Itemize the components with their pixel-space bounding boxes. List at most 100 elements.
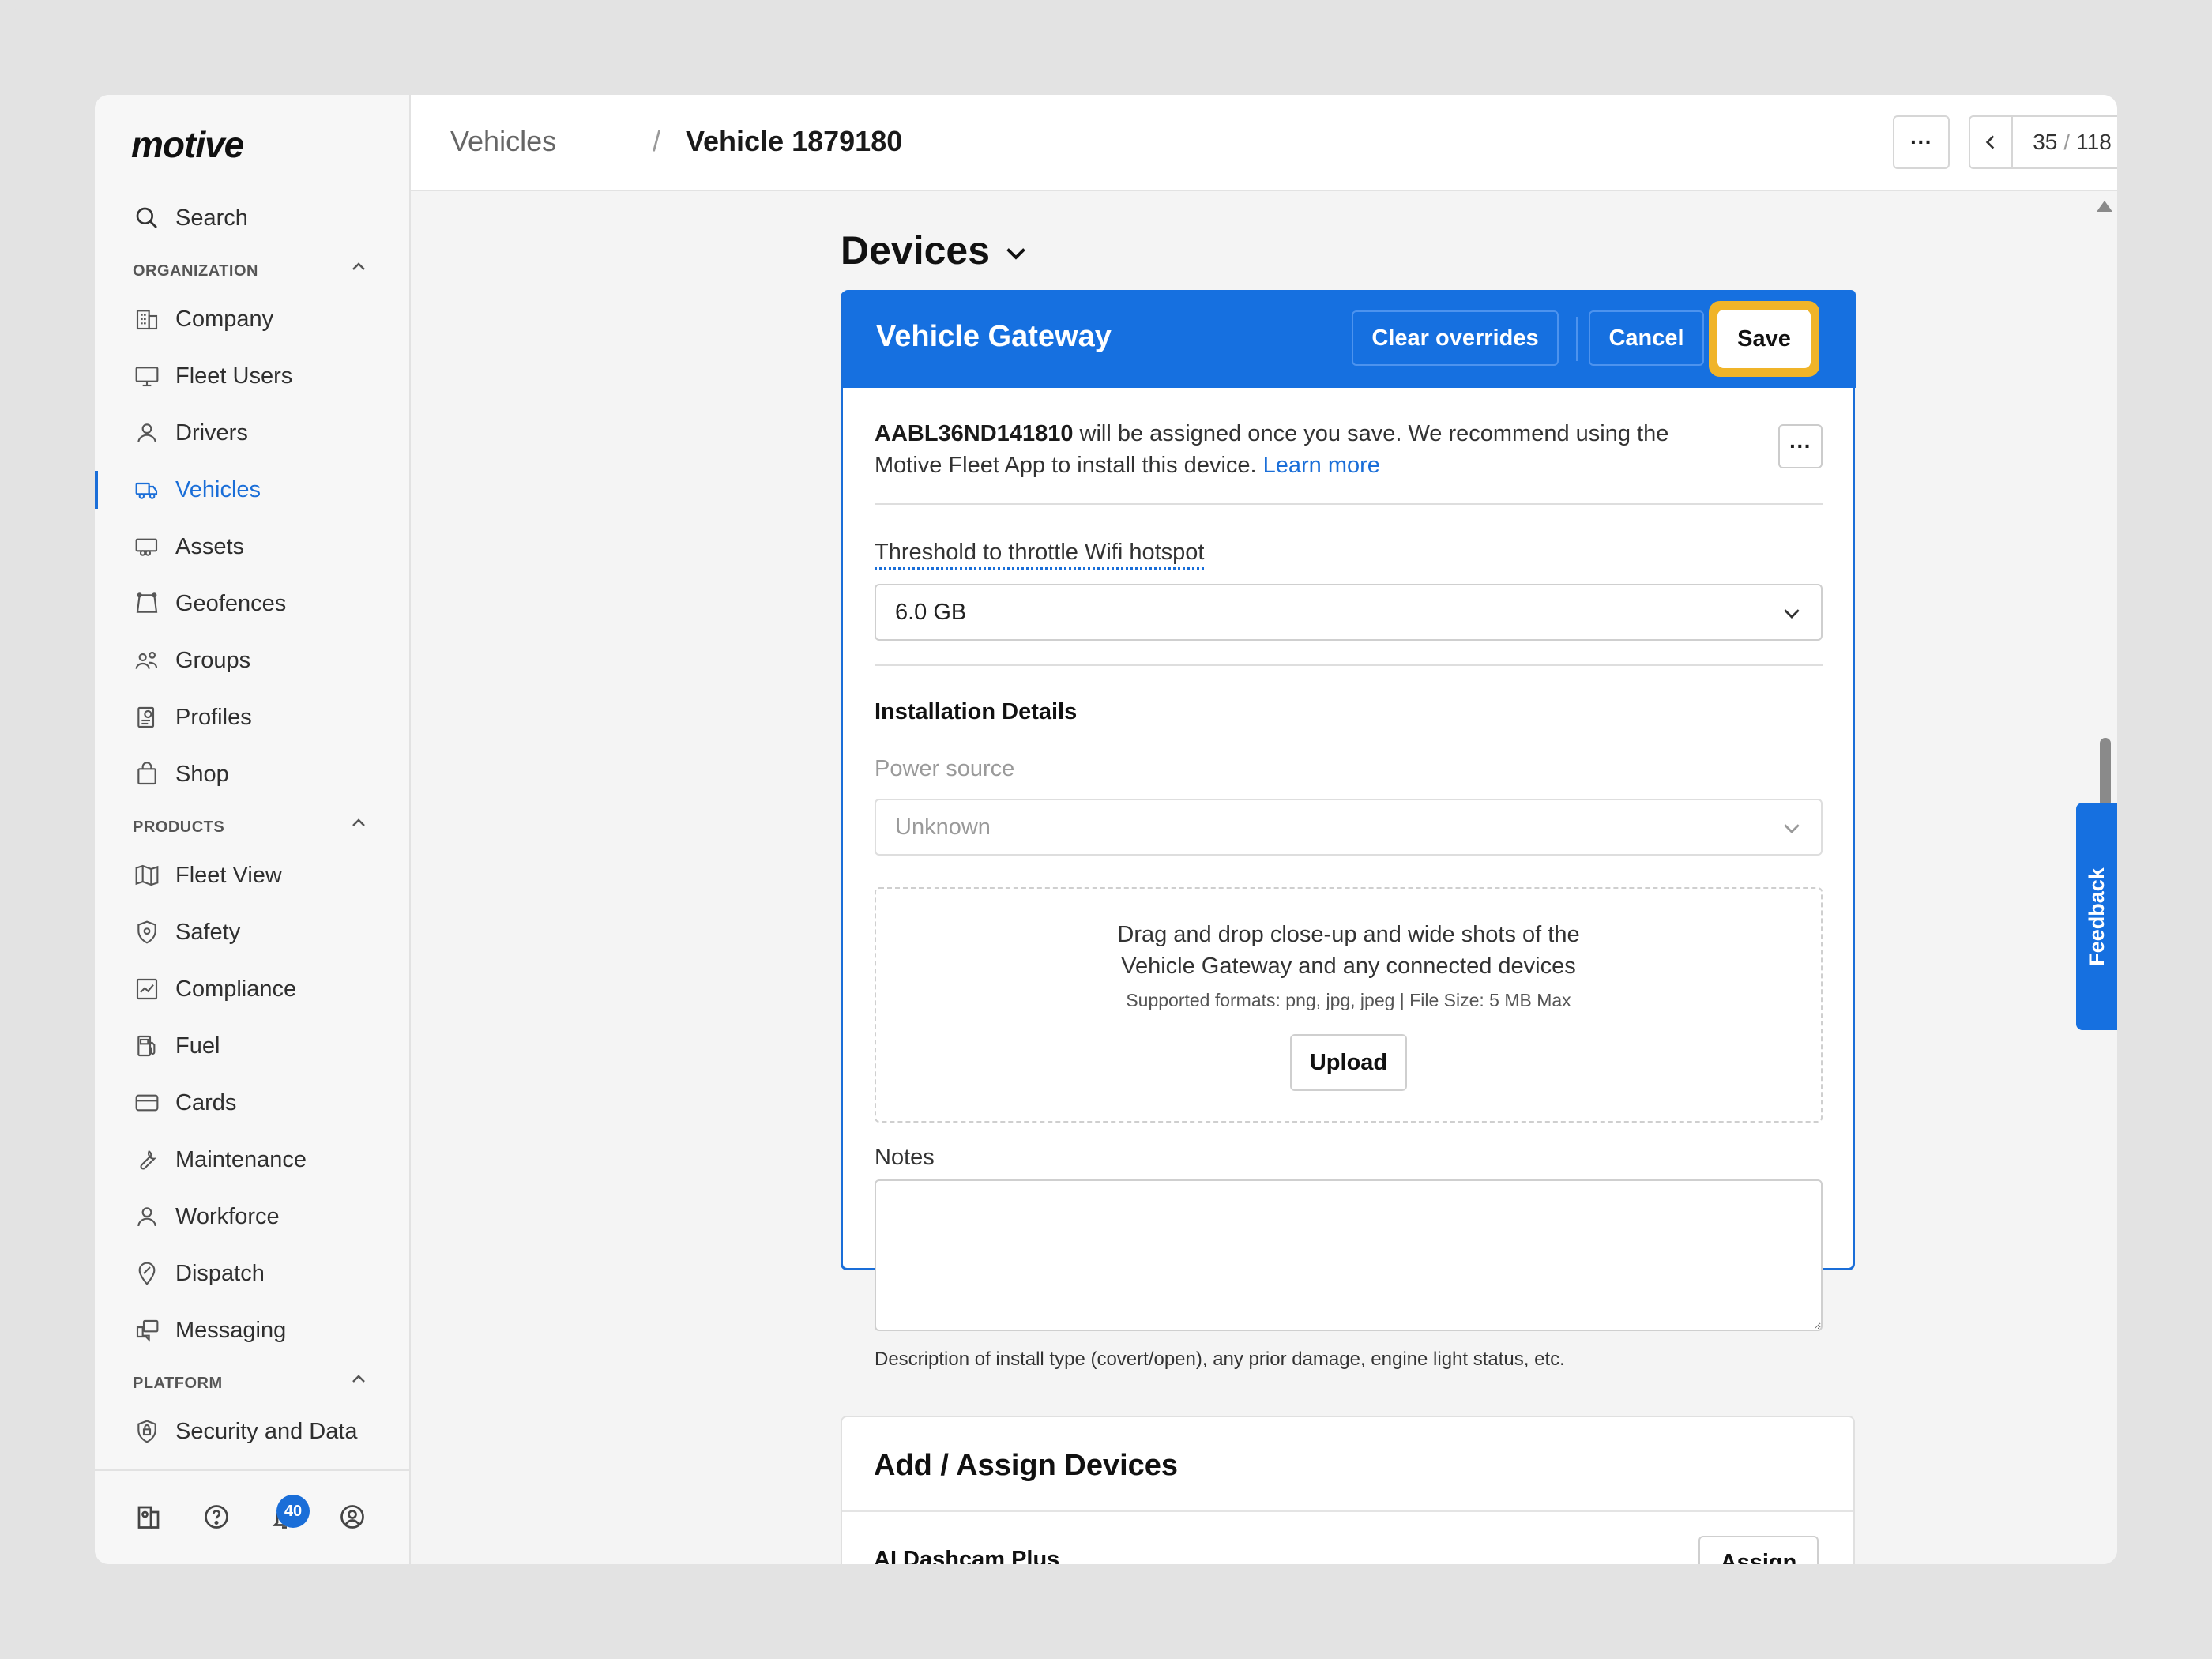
- breadcrumb-separator: /: [653, 125, 661, 157]
- sidebar-item-fuel[interactable]: Fuel: [95, 1022, 409, 1070]
- sidebar-item-vehicles[interactable]: Vehicles: [95, 466, 409, 514]
- account-icon[interactable]: [337, 1501, 368, 1533]
- motive-logo[interactable]: motive: [131, 123, 244, 166]
- truck-icon: [133, 476, 161, 504]
- upload-button[interactable]: Upload: [1290, 1034, 1407, 1091]
- section-platform: PLATFORM: [133, 1375, 223, 1392]
- sidebar-item-profiles[interactable]: Profiles: [95, 694, 409, 741]
- sidebar-item-fleet-view[interactable]: Fleet View: [95, 852, 409, 899]
- notification-badge: 40: [276, 1495, 310, 1528]
- threshold-value: 6.0 GB: [895, 599, 967, 625]
- sidebar-item-label: Geofences: [175, 590, 287, 616]
- dropzone-instruction-line-2: Vehicle Gateway and any connected device…: [1121, 954, 1576, 979]
- sidebar-item-label: Groups: [175, 647, 251, 673]
- sidebar-item-shop[interactable]: Shop: [95, 750, 409, 798]
- add-assign-devices-card: Add / Assign Devices AI Dashcam Plus Ass…: [841, 1416, 1855, 1564]
- help-icon[interactable]: [201, 1501, 232, 1533]
- chevron-down-icon[interactable]: [1002, 239, 1030, 267]
- sidebar-search[interactable]: Search: [95, 194, 409, 242]
- pager-current: 35: [2033, 130, 2058, 154]
- scrollbar-thumb[interactable]: [2100, 738, 2111, 807]
- sidebar-item-maintenance[interactable]: Maintenance: [95, 1136, 409, 1183]
- sidebar-item-groups[interactable]: Groups: [95, 637, 409, 684]
- sidebar-item-compliance[interactable]: Compliance: [95, 965, 409, 1013]
- notes-textarea[interactable]: [875, 1179, 1823, 1331]
- divider: [842, 1510, 1853, 1512]
- profile-gear-icon: [133, 703, 161, 732]
- sidebar-item-label: Fleet View: [175, 862, 282, 888]
- card-icon: [133, 1089, 161, 1117]
- sidebar-item-assets[interactable]: Assets: [95, 523, 409, 570]
- header-divider: [1576, 317, 1578, 361]
- learn-more-link[interactable]: Learn more: [1263, 453, 1380, 478]
- breadcrumb-vehicles-link[interactable]: Vehicles: [450, 125, 556, 158]
- dispatch-icon: [133, 1259, 161, 1288]
- threshold-label[interactable]: Threshold to throttle Wifi hotspot: [875, 540, 1205, 570]
- power-source-select[interactable]: Unknown: [875, 799, 1823, 856]
- sidebar-item-label: Maintenance: [175, 1146, 307, 1172]
- devices-heading[interactable]: Devices: [841, 228, 990, 273]
- sidebar-item-label: Company: [175, 306, 274, 332]
- sidebar-item-cards[interactable]: Cards: [95, 1079, 409, 1127]
- previous-record-button[interactable]: [1970, 117, 2013, 167]
- sidebar-item-geofences[interactable]: Geofences: [95, 580, 409, 627]
- page-header: Vehicles / Vehicle 1879180 ··· 35 / 118: [411, 95, 2117, 191]
- pager-total: 118: [2076, 130, 2112, 154]
- trailer-icon: [133, 532, 161, 561]
- map-icon: [133, 861, 161, 890]
- sidebar-item-label: Fuel: [175, 1033, 220, 1059]
- sidebar-item-label: Assets: [175, 533, 245, 559]
- map-pin-book-icon[interactable]: [133, 1501, 164, 1533]
- sidebar-item-drivers[interactable]: Drivers: [95, 409, 409, 457]
- chevron-up-icon[interactable]: [349, 814, 368, 833]
- sidebar-item-safety[interactable]: Safety: [95, 908, 409, 956]
- cancel-button[interactable]: Cancel: [1589, 310, 1704, 366]
- device-name: AI Dashcam Plus: [874, 1547, 1060, 1564]
- pager-separator: /: [2063, 130, 2071, 154]
- photo-dropzone[interactable]: Drag and drop close-up and wide shots of…: [875, 887, 1823, 1123]
- sidebar-item-label: Fleet Users: [175, 363, 293, 389]
- assignment-message: AABL36ND141810 will be assigned once you…: [875, 418, 1704, 481]
- page-title: Vehicle 1879180: [686, 125, 903, 157]
- gateway-card-header: Vehicle Gateway Clear overrides Cancel S…: [843, 290, 1856, 388]
- fuel-icon: [133, 1032, 161, 1060]
- compliance-icon: [133, 975, 161, 1003]
- sidebar-item-label: Drivers: [175, 419, 248, 446]
- more-actions-button[interactable]: ···: [1893, 115, 1950, 169]
- chevron-up-icon[interactable]: [349, 1370, 368, 1389]
- sidebar-item-label: Compliance: [175, 976, 297, 1002]
- save-button-highlight[interactable]: Save: [1709, 301, 1819, 377]
- wrench-icon: [133, 1146, 161, 1174]
- threshold-select[interactable]: 6.0 GB: [875, 584, 1823, 641]
- feedback-tab[interactable]: Feedback: [2076, 803, 2117, 1030]
- building-icon: [133, 305, 161, 333]
- sidebar-item-fleet-users[interactable]: Fleet Users: [95, 352, 409, 400]
- sidebar-item-label: Messaging: [175, 1317, 287, 1343]
- chevron-up-icon[interactable]: [349, 258, 368, 276]
- sidebar-item-label: Cards: [175, 1089, 237, 1115]
- monitor-icon: [133, 362, 161, 390]
- chevron-down-icon: [1784, 824, 1800, 833]
- sidebar-item-workforce[interactable]: Workforce: [95, 1193, 409, 1240]
- feedback-label: Feedback: [2084, 867, 2109, 966]
- scroll-up-arrow[interactable]: [2097, 201, 2112, 212]
- person-icon: [133, 419, 161, 447]
- shield-icon: [133, 918, 161, 946]
- sidebar-item-security-and-data[interactable]: Security and Data: [95, 1408, 409, 1455]
- sidebar-item-messaging[interactable]: Messaging: [95, 1307, 409, 1354]
- sidebar-item-label: Safety: [175, 919, 241, 945]
- clear-overrides-button[interactable]: Clear overrides: [1352, 310, 1559, 366]
- sidebar-item-company[interactable]: Company: [95, 295, 409, 343]
- assign-button[interactable]: Assign: [1698, 1536, 1819, 1564]
- save-button[interactable]: Save: [1717, 310, 1811, 368]
- notes-hint: Description of install type (covert/open…: [875, 1349, 1565, 1370]
- device-more-button[interactable]: ···: [1778, 424, 1823, 468]
- installation-details-heading: Installation Details: [875, 699, 1078, 724]
- power-source-value: Unknown: [895, 814, 991, 840]
- divider: [875, 503, 1823, 505]
- sidebar-item-dispatch[interactable]: Dispatch: [95, 1250, 409, 1297]
- pager-position: 35 / 118: [2013, 130, 2117, 155]
- shopping-bag-icon: [133, 760, 161, 788]
- lock-shield-icon: [133, 1417, 161, 1446]
- messaging-icon: [133, 1316, 161, 1345]
